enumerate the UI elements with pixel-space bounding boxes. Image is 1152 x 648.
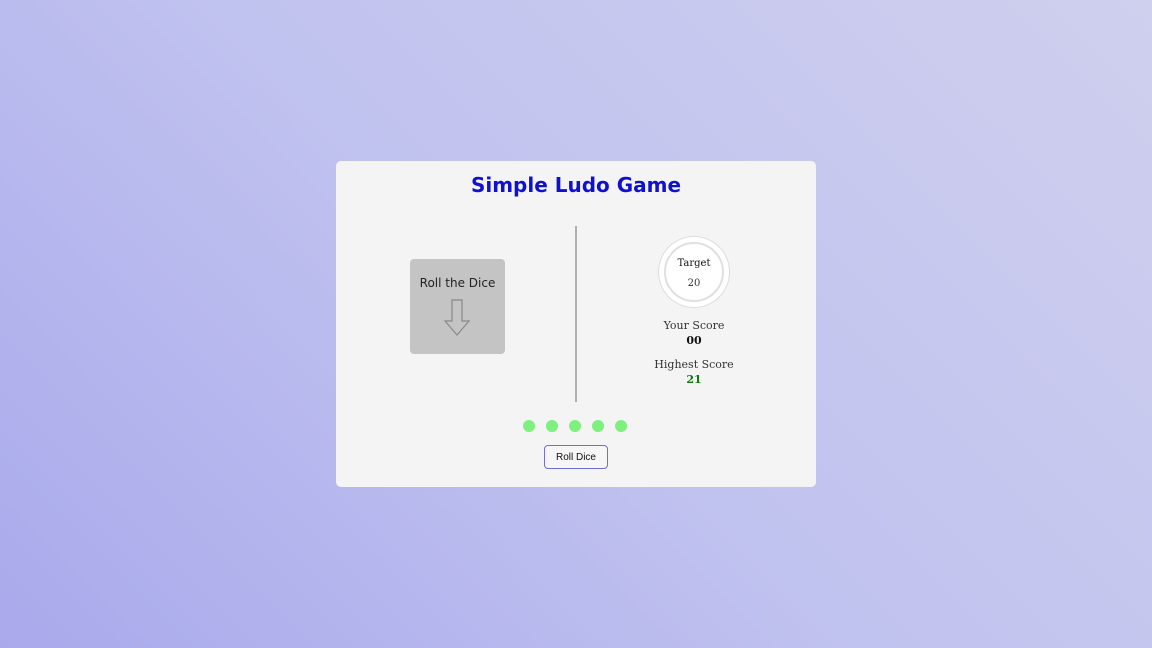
dice-label: Roll the Dice: [419, 276, 496, 290]
attempts-indicator: [523, 420, 633, 434]
game-card: Simple Ludo Game Roll the Dice Target 20…: [336, 161, 816, 487]
dice-display[interactable]: Roll the Dice: [410, 259, 505, 354]
attempt-dot: [523, 420, 535, 432]
highest-score-block: Highest Score 21: [634, 358, 754, 388]
highest-score-label: Highest Score: [654, 358, 734, 371]
roll-dice-button[interactable]: Roll Dice: [544, 445, 608, 469]
your-score-value: 00: [686, 334, 702, 347]
panel-divider: [575, 226, 577, 402]
attempt-dot: [569, 420, 581, 432]
target-inner-circle: Target 20: [664, 242, 724, 302]
attempt-dot: [615, 420, 627, 432]
arrow-down-icon: [443, 299, 471, 336]
attempt-dot: [592, 420, 604, 432]
your-score-block: Your Score 00: [634, 319, 754, 349]
game-title: Simple Ludo Game: [470, 173, 682, 197]
highest-score-value: 21: [686, 373, 702, 386]
your-score-label: Your Score: [663, 319, 725, 332]
target-label: Target: [677, 258, 711, 269]
target-value: 20: [687, 278, 701, 289]
target-badge: Target 20: [659, 237, 729, 307]
attempt-dot: [546, 420, 558, 432]
